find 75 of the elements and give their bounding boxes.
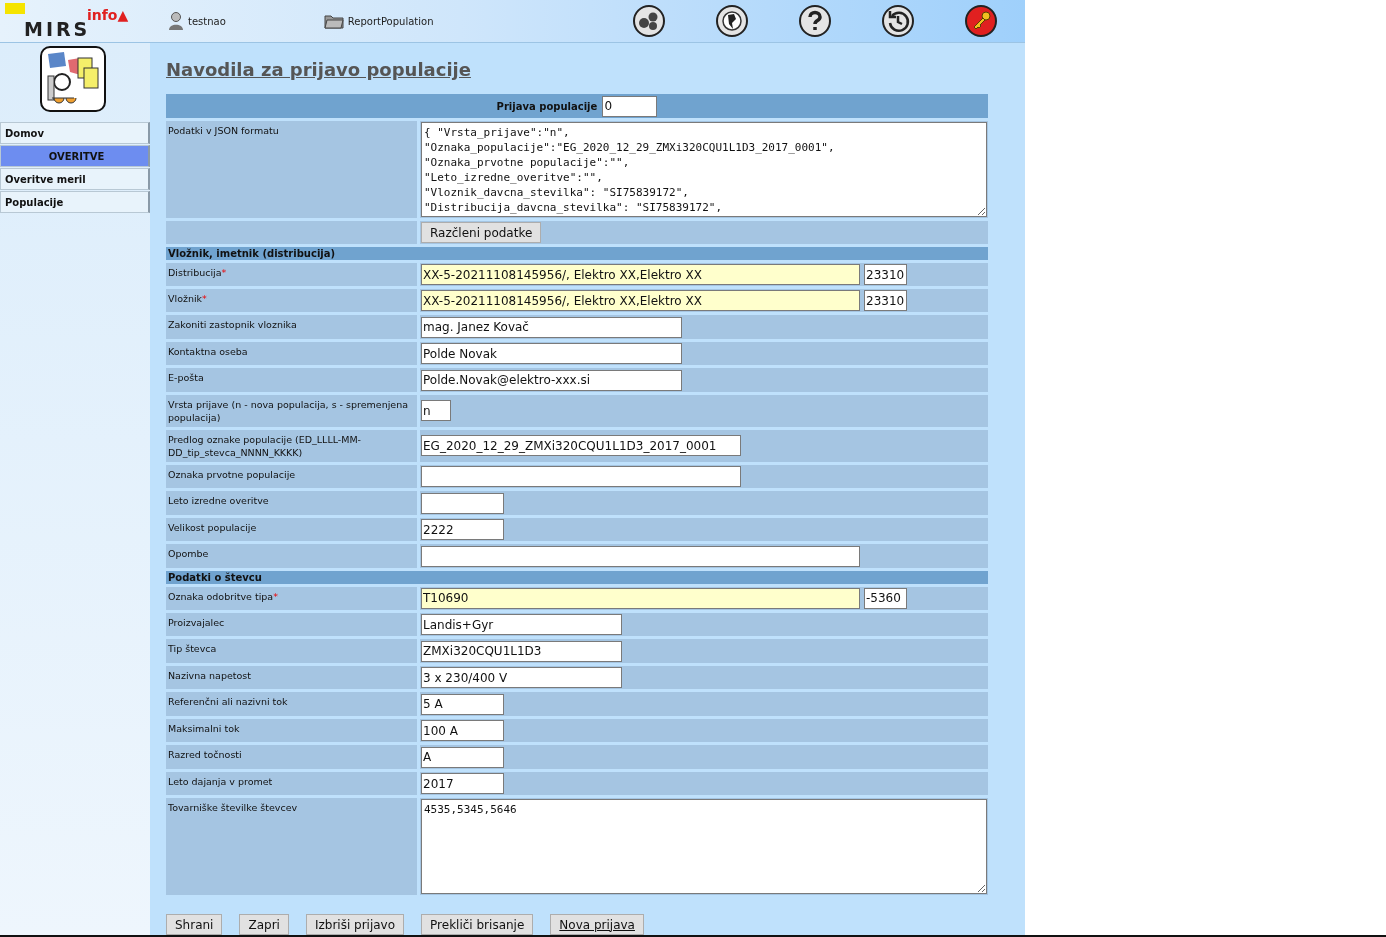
form-button[interactable]: Prekliči brisanje [421,914,534,935]
input-field[interactable]: 2222 [421,519,504,540]
field-label-text: Tip števca [168,643,217,654]
input-field[interactable] [421,492,504,514]
menu-item[interactable]: Domov [0,122,150,144]
logo-mark [5,3,25,14]
history-icon[interactable] [882,5,914,37]
report-name: ReportPopulation [347,15,434,27]
key-icon[interactable] [965,5,997,37]
lookup-field[interactable]: XX-5-20211108145956/, Elektro XX,Elektro XX [421,290,860,311]
input-field[interactable]: Landis+Gyr [421,614,622,635]
field-label-text: Maksimalni tok [168,722,240,734]
input-field[interactable] [421,466,741,487]
required-mark: * [202,293,207,304]
field-label-text: Velikost populacije [168,521,257,533]
user-name: testnao [188,15,226,27]
input-field[interactable]: ZMXi320CQU1L1D3 [421,640,622,662]
menu-item[interactable]: Populacije [0,191,150,213]
json-textarea[interactable]: { "Vrsta_prijave":"n", "Oznaka_populacije":"EG_2020_12_29_ZMXi320CQU1L1D3_2017_0001", "Oznaka_prvotne populacije":"", "Leto_izredne_overitve":"", "Vloznik_davcna_stevilka": "SI75839172", "Distribucija_davcna_stevilka": "SI75839172", [421,121,987,217]
field-label-text: Referenčni ali nazivni tok [168,696,288,707]
code-field[interactable]: 23310 [864,290,907,311]
globe-icon[interactable] [716,5,748,37]
form-button[interactable]: Nova prijava [550,914,644,935]
input-field[interactable] [421,545,860,567]
section-heading: Vložnik, imetnik (distribucija) [166,247,988,260]
textarea-field[interactable]: 4535,5345,5646 [421,799,987,894]
field-label-text: Oznaka prvotne populacije [168,468,296,480]
input-field[interactable]: 5 A [421,693,504,715]
field-label-text: Podatki v JSON formatu [168,124,279,136]
input-field[interactable]: Polde.Novak@elektro-xxx.si [421,369,682,391]
section-heading: Podatki o števcu [166,570,988,584]
folder-icon [323,13,344,29]
app-logo-drawing [40,46,106,112]
menu-item[interactable]: Overitve meril [0,168,150,190]
field-label-text: Zakoniti zastopnik vloznika [168,319,297,330]
form-button[interactable]: Izbriši prijavo [305,914,405,935]
lookup-field[interactable]: T10690 [421,587,860,609]
field-label-text: Tovarniške številke števcev [168,802,298,813]
page-title[interactable]: Navodila za prijavo populacije [166,59,471,80]
input-field[interactable]: 2017 [421,773,504,794]
input-field[interactable]: 100 A [421,720,504,741]
field-label-text: Kontaktna oseba [168,345,248,357]
input-field[interactable]: mag. Janez Kovač [421,316,682,338]
required-mark: * [221,267,227,278]
help-icon[interactable] [799,5,831,37]
field-label-text: Leto izredne overitve [168,495,269,506]
field-label-text: Leto dajanja v promet [168,775,273,787]
menu-heading[interactable]: OVERITVE [0,145,150,167]
input-field[interactable]: n [421,400,451,422]
form-button[interactable]: Shrani [166,914,223,935]
code-field[interactable]: -5360 [864,587,907,609]
code-field[interactable]: 23310 [864,264,907,285]
user-icon [168,12,184,30]
field-label-text: Razred točnosti [168,749,242,760]
gears-icon[interactable] [633,5,665,37]
field-label-text: Oznaka odobritve tipa [168,590,274,602]
lookup-field[interactable]: XX-5-20211108145956/, Elektro XX,Elektro XX [421,264,860,285]
field-label-text: E-pošta [168,372,204,383]
field-label-text: Predlog oznake populacije (ED_LLLL-MM-DD_tip_stevca_NNNN_KKKK) [168,433,362,458]
field-label-text: Vložnik [168,293,203,304]
logo-info-text: info▲ [87,7,129,23]
form-button[interactable]: Zapri [239,914,289,935]
required-mark: * [273,590,278,602]
field-label-text: Proizvajalec [168,616,225,628]
field-label-text: Vrsta prijave (n - nova populacija, s - spremenjena populacija) [168,398,409,423]
field-label-text: Distribucija [168,267,222,278]
input-field[interactable]: A [421,746,504,768]
parse-button[interactable]: Razčleni podatke [421,222,542,243]
input-field[interactable]: 0 [602,95,658,117]
field-label-text: Nazivna napetost [168,669,251,681]
input-field[interactable]: Polde Novak [421,343,682,364]
field-label-text: Opombe [168,548,209,559]
input-field[interactable]: EG_2020_12_29_ZMXi320CQU1L1D3_2017_0001 [421,435,741,457]
input-field[interactable]: 3 x 230/400 V [421,667,622,688]
form-title: Prijava populacije [496,101,598,112]
